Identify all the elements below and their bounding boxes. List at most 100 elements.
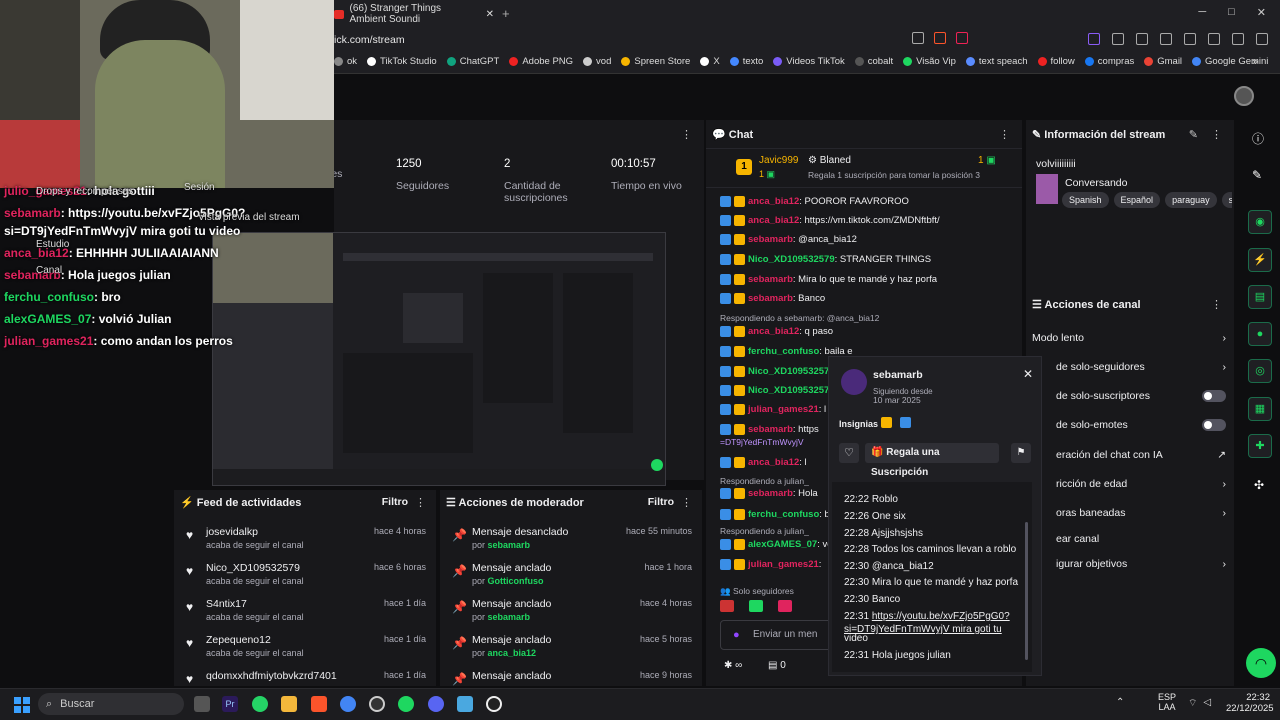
mod-options-icon[interactable]: ⋮ bbox=[681, 496, 692, 509]
obs-icon[interactable] bbox=[369, 696, 385, 712]
avatar[interactable] bbox=[1234, 86, 1254, 106]
layout-icon[interactable]: ▦ bbox=[1248, 397, 1272, 421]
windows-start-icon[interactable] bbox=[14, 697, 30, 713]
follow-heart-button[interactable]: ♡ bbox=[839, 443, 859, 463]
folder-icon[interactable] bbox=[281, 696, 297, 712]
feed-filter-button[interactable]: Filtro bbox=[382, 496, 408, 508]
url-field[interactable]: ick.com/stream bbox=[334, 34, 405, 46]
spotify-icon[interactable] bbox=[398, 696, 414, 712]
toggle-switch[interactable] bbox=[1202, 419, 1226, 431]
leaderboard-cta[interactable]: Regala 1 suscripción para tomar la posic… bbox=[808, 170, 980, 180]
chat-username[interactable]: anca_bia12 bbox=[748, 215, 799, 226]
activity-item[interactable]: ♥ qdomxxhdfmiytobvkzrd7401 hace 1 día bbox=[174, 670, 436, 686]
brave-shield-icon[interactable] bbox=[934, 32, 946, 44]
bookmark-1[interactable]: TikTok Studio bbox=[367, 56, 437, 67]
mod-action-item[interactable]: 📌 Mensaje anclado por sebamarb hace 4 horas bbox=[440, 598, 702, 634]
feed-options-icon[interactable]: ⋮ bbox=[415, 496, 426, 509]
bookmark-12[interactable]: follow bbox=[1037, 56, 1075, 67]
new-tab-button[interactable]: + bbox=[502, 6, 510, 21]
chat-username[interactable]: anca_bia12 bbox=[748, 457, 799, 468]
chat-username[interactable]: sebamarb bbox=[748, 234, 793, 245]
top-user[interactable]: Javic999 bbox=[759, 155, 798, 166]
chat-username[interactable]: ferchu_confuso bbox=[748, 346, 819, 357]
discord-icon[interactable] bbox=[428, 696, 444, 712]
info-icon[interactable]: ⓘ bbox=[1252, 130, 1264, 147]
chat-username[interactable]: Nico_XD109532579 bbox=[748, 254, 835, 265]
tag[interactable]: sp bbox=[1221, 192, 1232, 208]
mod-action-item[interactable]: 📌 Mensaje anclado hace 9 horas bbox=[440, 670, 702, 686]
activity-item[interactable]: ♥ Nico_XD109532579 acaba de seguir el cana… bbox=[174, 562, 436, 598]
clear-chat-row[interactable]: ear canal bbox=[1056, 533, 1226, 545]
scrollbar[interactable] bbox=[1025, 522, 1028, 660]
edit-icon[interactable]: ✎ bbox=[1189, 128, 1198, 141]
browser-tab[interactable]: (66) Stranger Things Ambient Soundi ✕ bbox=[334, 3, 494, 25]
rewards-icon[interactable] bbox=[956, 32, 968, 44]
bookmark-3[interactable]: Adobe PNG bbox=[509, 56, 573, 67]
chat-username[interactable]: Nico_XD109532579 bbox=[748, 385, 835, 396]
chat-username[interactable]: anca_bia12 bbox=[748, 196, 799, 207]
bookmark-8[interactable]: Videos TikTok bbox=[773, 56, 845, 67]
activity-item[interactable]: ♥ Zepequeno12 acaba de seguir el canal hace… bbox=[174, 634, 436, 670]
activity-item[interactable]: ♥ S4ntix17 acaba de seguir el canal hace 1 … bbox=[174, 598, 436, 634]
top-badge-user[interactable]: ⚙ Blaned bbox=[808, 155, 851, 166]
banned-words-row[interactable]: oras baneadas › bbox=[1056, 507, 1226, 519]
tray-chevron-icon[interactable]: ⌃ bbox=[1116, 697, 1124, 708]
chat-username[interactable]: sebamarb bbox=[748, 274, 793, 285]
activity-item[interactable]: ♥ josevidalkp acaba de seguir el canal hace… bbox=[174, 526, 436, 562]
document-icon[interactable]: ▤ bbox=[1248, 285, 1272, 309]
tag[interactable]: Español bbox=[1113, 192, 1161, 208]
toggle-switch[interactable] bbox=[1202, 390, 1226, 402]
chat-bubble-icon[interactable]: ● bbox=[1248, 322, 1272, 346]
more-options-icon[interactable]: ⋮ bbox=[681, 128, 692, 141]
minimize-button[interactable]: ─ bbox=[1198, 6, 1206, 19]
lightning-icon[interactable]: ⚡ bbox=[1248, 248, 1272, 272]
mod-filter-button[interactable]: Filtro bbox=[648, 496, 674, 508]
chat-username[interactable]: ferchu_confuso bbox=[748, 509, 819, 520]
chat-username[interactable]: alexGAMES_07 bbox=[748, 539, 817, 550]
emote[interactable] bbox=[778, 600, 792, 612]
tag[interactable]: Spanish bbox=[1062, 192, 1109, 208]
close-tab-icon[interactable]: ✕ bbox=[486, 9, 494, 20]
goals-row[interactable]: igurar objetivos › bbox=[1056, 558, 1226, 570]
chat-username[interactable]: Nico_XD109532579 bbox=[748, 366, 835, 377]
tag[interactable]: paraguay bbox=[1165, 192, 1217, 208]
notepad-icon[interactable] bbox=[457, 696, 473, 712]
language-indicator[interactable]: ESP LAA bbox=[1158, 692, 1176, 712]
premiere-icon[interactable]: Pr bbox=[222, 696, 238, 712]
maximize-button[interactable]: □ bbox=[1228, 6, 1235, 19]
followers-only-row[interactable]: de solo-seguidores › bbox=[1056, 361, 1226, 373]
mod-action-item[interactable]: 📌 Mensaje desanclado por sebamarb hace 55 m… bbox=[440, 526, 702, 562]
chat-username[interactable]: sebamarb bbox=[748, 424, 793, 435]
bookmark-0[interactable]: ok bbox=[334, 56, 357, 67]
mod-action-item[interactable]: 📌 Mensaje anclado por Gotticonfuso hace 1 h… bbox=[440, 562, 702, 598]
bookmark-6[interactable]: X bbox=[700, 56, 720, 67]
slow-mode-row[interactable]: Modo lento › bbox=[1032, 332, 1226, 344]
bookmark-11[interactable]: text speach bbox=[965, 56, 1028, 67]
chat-username[interactable]: sebamarb bbox=[748, 488, 793, 499]
bookmark-14[interactable]: Gmail bbox=[1144, 56, 1182, 67]
share-icon[interactable] bbox=[912, 32, 924, 44]
broadcast-icon[interactable]: ◎ bbox=[1248, 359, 1272, 383]
emote[interactable] bbox=[720, 600, 734, 612]
popup-username[interactable]: sebamarb bbox=[873, 369, 923, 381]
chrome-icon[interactable] bbox=[340, 696, 356, 712]
taskbar-search[interactable]: ⌕ Buscar bbox=[38, 693, 184, 715]
vpn-icon[interactable] bbox=[1256, 33, 1268, 45]
subscribers-only-row[interactable]: de solo-suscriptores bbox=[1056, 390, 1226, 402]
close-window-button[interactable]: ✕ bbox=[1257, 6, 1266, 19]
actions-options-icon[interactable]: ⋮ bbox=[1211, 298, 1222, 311]
chat-username[interactable]: sebamarb bbox=[748, 293, 793, 304]
bookmark-5[interactable]: Spreen Store bbox=[621, 56, 690, 67]
close-icon[interactable]: ✕ bbox=[1023, 367, 1033, 381]
bookmark-9[interactable]: cobalt bbox=[854, 56, 893, 67]
bookmark-7[interactable]: texto bbox=[729, 56, 763, 67]
wifi-icon[interactable]: ⌔ bbox=[1188, 697, 1197, 710]
taskbar-clock[interactable]: 22:32 22/12/2025 bbox=[1226, 692, 1274, 714]
camera-icon[interactable]: ◉ bbox=[1248, 210, 1272, 234]
pencil-icon[interactable]: ✎ bbox=[1252, 168, 1262, 182]
chat-username[interactable]: anca_bia12 bbox=[748, 326, 799, 337]
bookmark-4[interactable]: vod bbox=[583, 56, 611, 67]
category-name[interactable]: Conversando bbox=[1065, 177, 1127, 189]
bookmark-13[interactable]: compras bbox=[1084, 56, 1134, 67]
taskview-icon[interactable] bbox=[194, 696, 210, 712]
